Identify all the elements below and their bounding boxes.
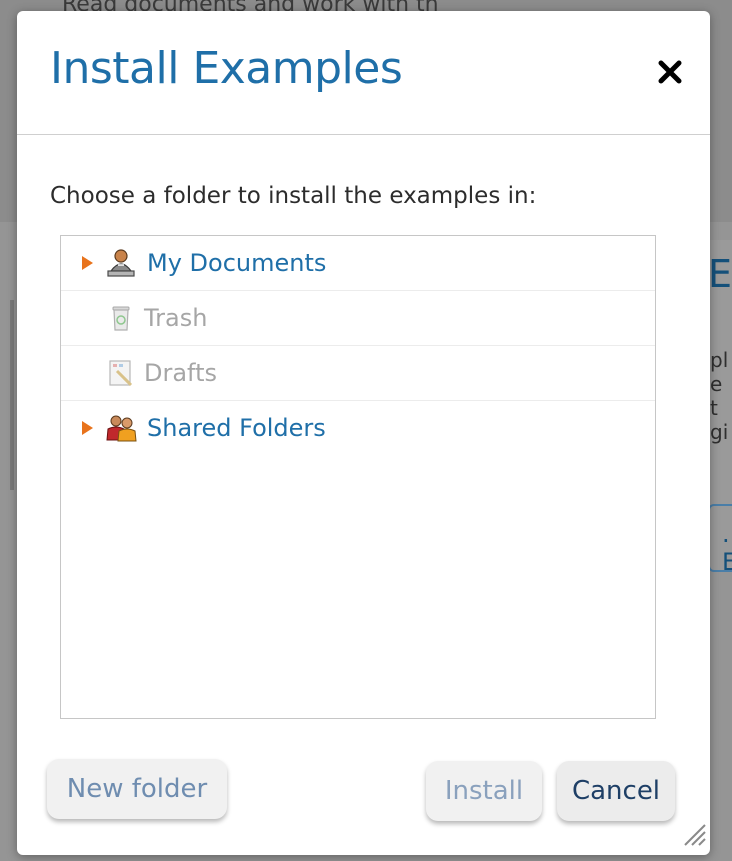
tree-item-shared-folders[interactable]: Shared Folders: [61, 401, 655, 455]
instruction-text: Choose a folder to install the examples …: [50, 183, 537, 209]
tree-item-trash: Trash: [61, 291, 655, 346]
background-paragraph-line: pl: [710, 348, 729, 372]
dialog-header: Install Examples: [17, 11, 710, 135]
background-paragraph-line: e t: [710, 372, 723, 420]
dialog-title: Install Examples: [50, 43, 403, 94]
expand-arrow-icon[interactable]: [82, 256, 93, 270]
tree-item-drafts: Drafts: [61, 346, 655, 401]
background-paragraph: pl e t gi: [710, 348, 732, 444]
trash-icon: [112, 306, 130, 331]
shared-folders-icon: [106, 415, 137, 442]
expand-arrow-icon[interactable]: [82, 421, 93, 435]
tree-item-label: Trash: [144, 304, 208, 332]
new-folder-button[interactable]: New folder: [47, 759, 227, 819]
install-examples-dialog: Install Examples Choose a folder to inst…: [17, 11, 710, 855]
close-icon: [658, 60, 682, 84]
background-button-label: . E: [722, 520, 732, 576]
resize-grip-icon[interactable]: [679, 819, 707, 847]
background-scrollbar: [10, 300, 14, 490]
close-button[interactable]: [653, 55, 687, 89]
tree-item-my-documents[interactable]: My Documents: [61, 236, 655, 291]
tree-item-label[interactable]: Shared Folders: [147, 414, 326, 442]
folder-tree[interactable]: My Documents Trash Drafts Shared Folders: [60, 235, 656, 719]
user-documents-icon: [107, 249, 135, 277]
drafts-icon: [109, 360, 133, 387]
tree-item-label[interactable]: My Documents: [147, 249, 326, 277]
background-paragraph-line: gi: [710, 420, 729, 444]
tree-item-label: Drafts: [144, 359, 217, 387]
install-button[interactable]: Install: [426, 761, 542, 821]
background-heading: E: [708, 252, 732, 296]
cancel-button[interactable]: Cancel: [557, 761, 675, 821]
